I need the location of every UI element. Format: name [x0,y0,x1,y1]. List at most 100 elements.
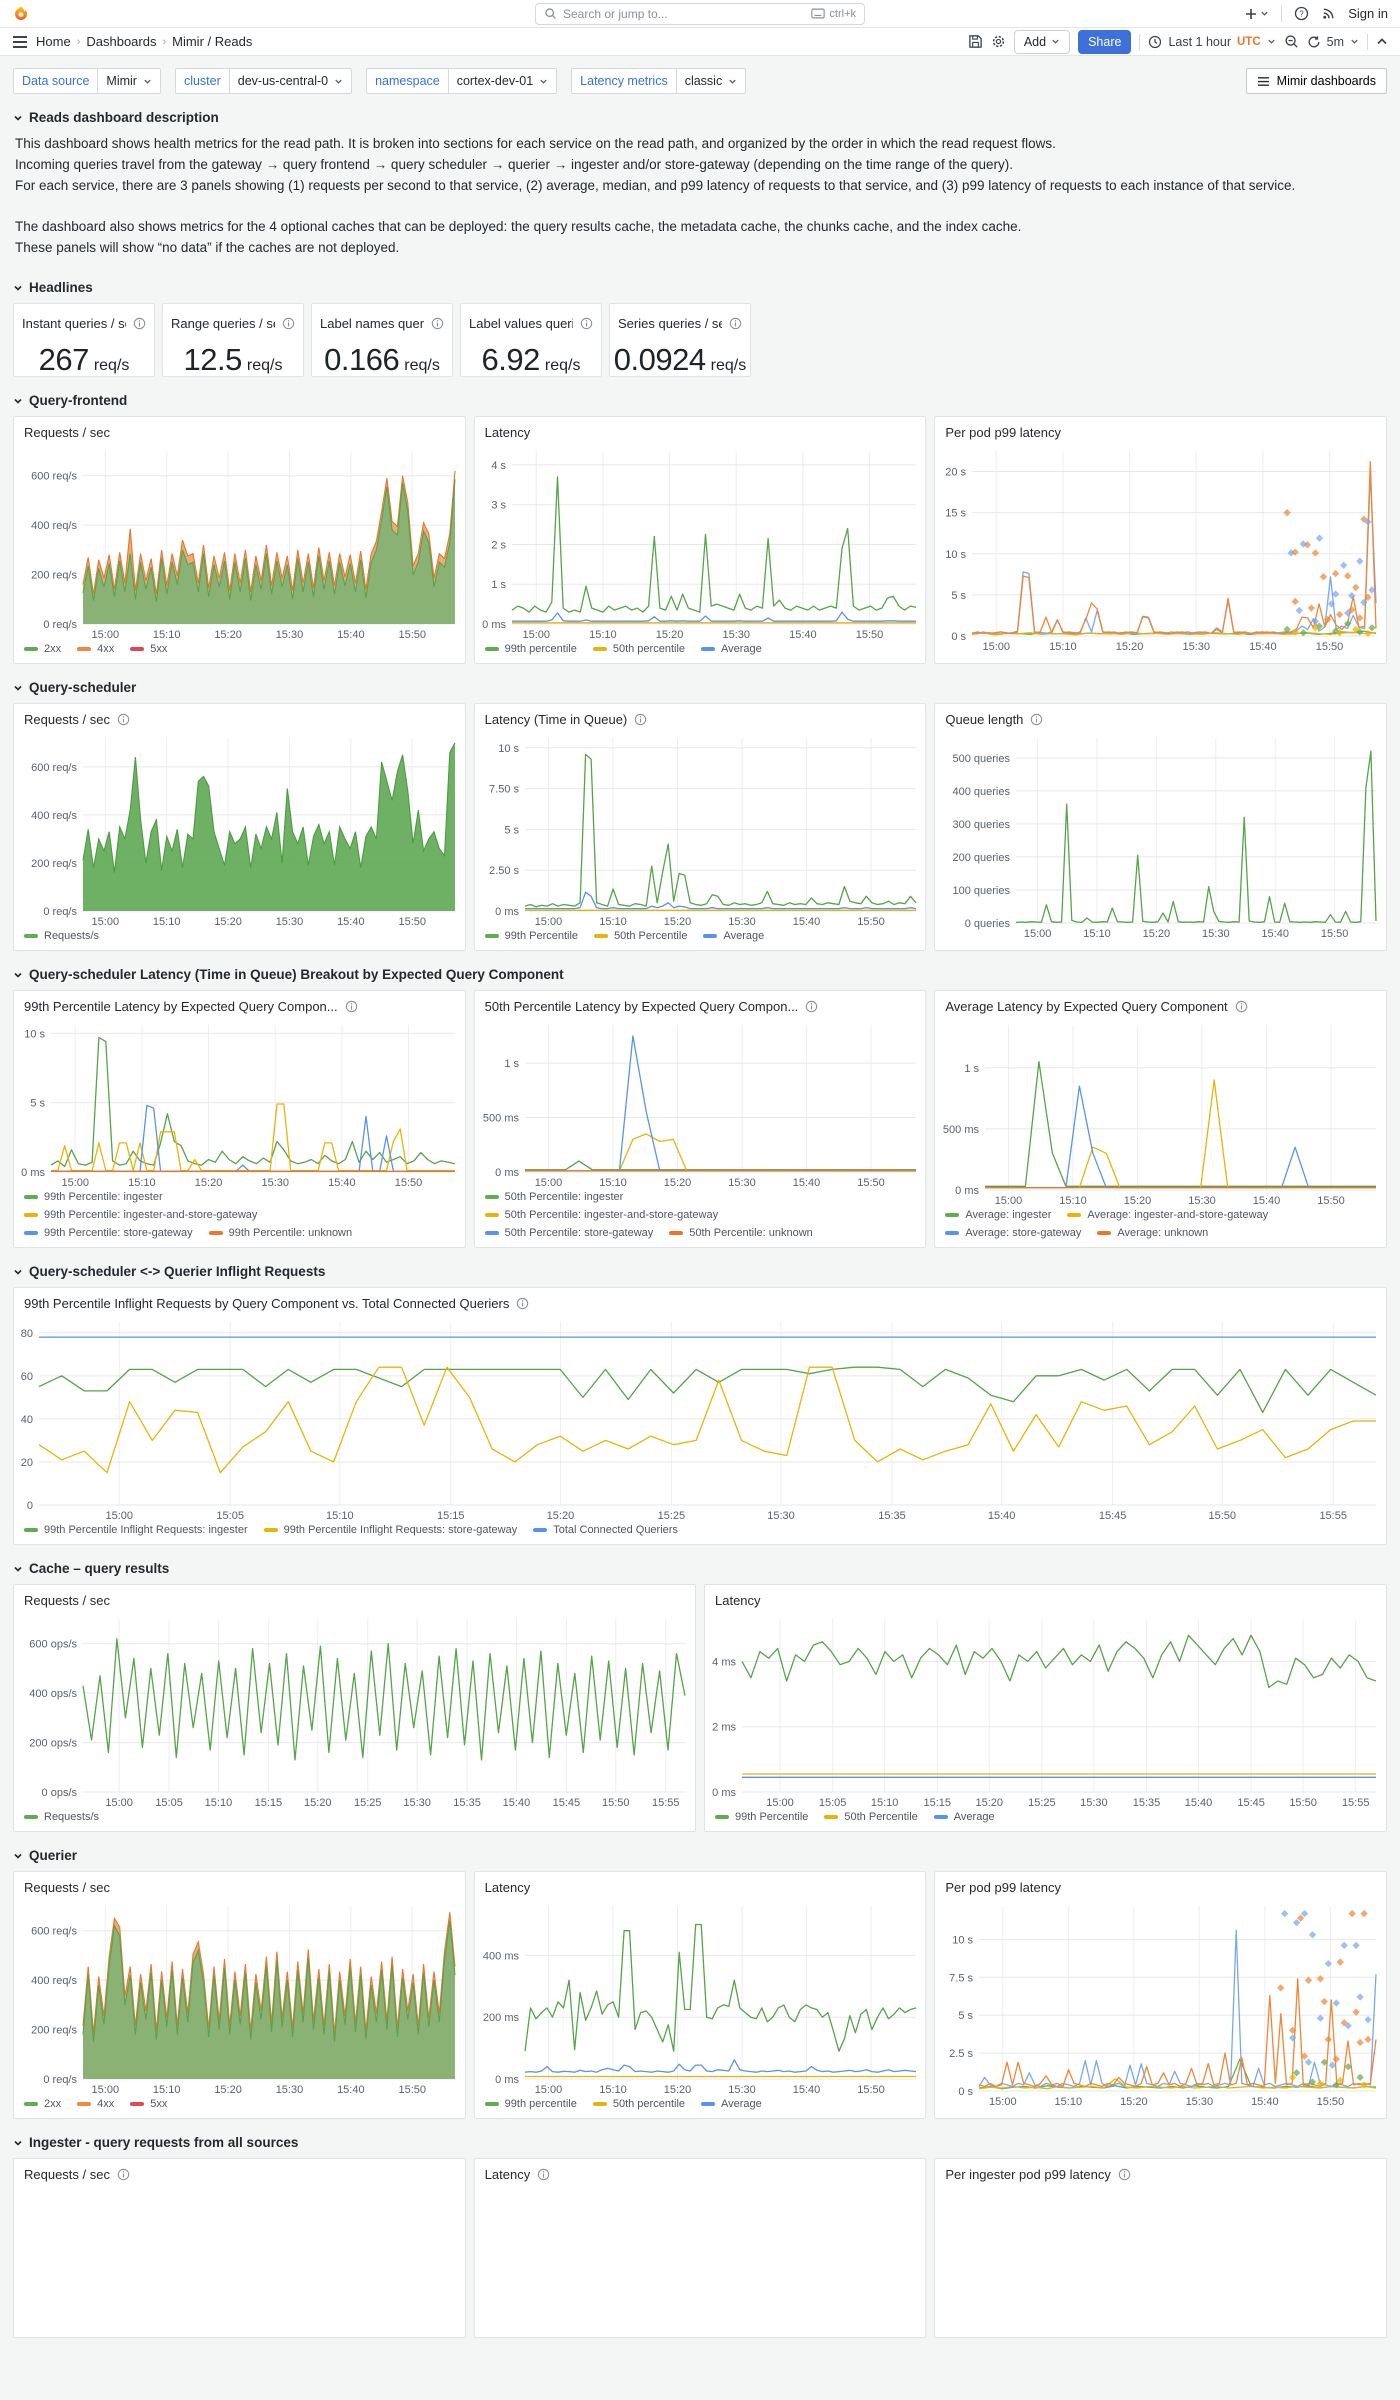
chart-qs_queue[interactable]: 15:00 15:10 15:20 15:30 15:40 15:50 0 queries 1… [935,730,1386,941]
chart-cq_req[interactable]: 15:00 15:05 15:10 15:15 15:20 15:25 15:30 15:35… [14,1611,695,1810]
legend-item[interactable]: 99th percentile [484,643,577,655]
info-icon[interactable] [1118,2168,1131,2181]
mimir-dashboards-button[interactable]: Mimir dashboards [1245,68,1387,94]
legend-item[interactable]: Average [933,1811,995,1823]
chart-qs_lat[interactable]: 15:00 15:10 15:20 15:30 15:40 15:50 0 ms 2.50 s… [475,730,926,929]
info-icon[interactable] [117,2168,130,2181]
chart-qs_req[interactable]: 15:00 15:10 15:20 15:30 15:40 15:50 0 req/s 200… [14,730,465,929]
grafana-logo[interactable] [12,5,30,23]
variable-namespace[interactable]: namespace cortex-dev-01 [366,68,558,94]
info-icon[interactable] [580,317,593,330]
legend-item[interactable]: Total Connected Queriers [533,1524,678,1536]
variable-datasource[interactable]: Data source Mimir [13,68,161,94]
breadcrumb-dashboards[interactable]: Dashboards [86,34,156,49]
chart-bavg[interactable]: 15:00 15:10 15:20 15:30 15:40 15:50 0 ms 500 ms… [935,1017,1386,1208]
section-query-scheduler[interactable]: Query-scheduler [13,680,1387,695]
refresh-button[interactable]: 5m [1307,35,1359,49]
chart-qf_pod[interactable]: 15:00 15:10 15:20 15:30 15:40 15:50 0 s 5 s 10 s… [935,443,1386,654]
collapse-toolbar-icon[interactable] [1376,36,1388,48]
legend-item[interactable]: 99th percentile [484,2098,577,2110]
legend-item[interactable]: 99th Percentile: store-gateway [24,1227,193,1239]
info-icon[interactable] [1030,713,1043,726]
share-button[interactable]: Share [1078,29,1132,54]
section-description[interactable]: Reads dashboard description [13,110,1387,125]
legend-item[interactable]: 99th Percentile [484,930,578,942]
section-ingester[interactable]: Ingester - query requests from all sourc… [13,2135,1387,2150]
legend-item[interactable]: 99th Percentile Inflight Requests: inges… [24,1524,248,1536]
info-icon[interactable] [345,1000,358,1013]
legend-item[interactable]: Requests/s [24,930,99,942]
legend-item[interactable]: 4xx [77,2098,114,2110]
chart-q_lat[interactable]: 15:00 15:10 15:20 15:30 15:40 15:50 0 ms 200 ms… [475,1898,926,2097]
section-query-frontend[interactable]: Query-frontend [13,393,1387,408]
legend-item[interactable]: 99th Percentile: ingester [24,1191,163,1203]
sign-in-link[interactable]: Sign in [1348,6,1388,21]
chart-q_req[interactable]: 15:00 15:10 15:20 15:30 15:40 15:50 0 req/s 200… [14,1898,465,2097]
chart-b50[interactable]: 15:00 15:10 15:20 15:30 15:40 15:50 0 ms 500 ms… [475,1017,926,1190]
chart-ing_lat[interactable] [475,2185,926,2328]
info-icon[interactable] [729,317,742,330]
legend-item[interactable]: 5xx [130,2098,167,2110]
info-icon[interactable] [431,317,444,330]
variable-latency-metrics[interactable]: Latency metrics classic [571,68,747,94]
variable-cluster[interactable]: cluster dev-us-central-0 [174,68,353,94]
chart-cq_lat[interactable]: 15:00 15:05 15:10 15:15 15:20 15:25 15:30 15:35… [705,1611,1386,1810]
legend-item[interactable]: 50th Percentile: ingester [484,1191,623,1203]
legend-item[interactable]: 2xx [24,2098,61,2110]
search-input[interactable]: Search or jump to... ctrl+k [535,2,865,25]
chart-ing_req[interactable] [14,2185,465,2328]
legend-item[interactable]: 99th Percentile [715,1811,808,1823]
info-icon[interactable] [634,713,647,726]
legend-item[interactable]: 50th Percentile [824,1811,918,1823]
legend-item[interactable]: Average [701,2098,762,2110]
info-icon[interactable] [537,2168,550,2181]
legend-item[interactable]: 50th Percentile [594,930,687,942]
section-inflight[interactable]: Query-scheduler <-> Querier Inflight Req… [13,1264,1387,1279]
zoom-out-button[interactable] [1284,34,1299,49]
legend-item[interactable]: 50th percentile [592,643,685,655]
chart-ing_pod[interactable] [935,2185,1386,2328]
legend-item[interactable]: 4xx [77,643,114,655]
legend-item[interactable]: Average: unknown [1097,1227,1208,1239]
legend-item[interactable]: 50th percentile [592,2098,685,2110]
svg-text:15:10: 15:10 [205,1797,233,1809]
legend-item[interactable]: Average: store-gateway [945,1227,1081,1239]
info-icon[interactable] [282,317,295,330]
section-breakout[interactable]: Query-scheduler Latency (Time in Queue) … [13,967,1387,982]
legend-item[interactable]: 50th Percentile: unknown [669,1227,813,1239]
info-icon[interactable] [117,713,130,726]
section-cache[interactable]: Cache – query results [13,1561,1387,1576]
chart-q_pod[interactable]: 15:00 15:10 15:20 15:30 15:40 15:50 0 s 2.5 s 5 … [935,1898,1386,2109]
legend-item[interactable]: 5xx [130,643,167,655]
chart-inflight[interactable]: 15:00 15:05 15:10 15:15 15:20 15:25 15:30 15:35… [14,1314,1386,1523]
add-menu-button[interactable] [1244,7,1269,21]
legend-item[interactable]: Average: ingester [945,1209,1051,1221]
legend-item[interactable]: Requests/s [24,1811,99,1823]
legend-item[interactable]: 99th Percentile: ingester-and-store-gate… [24,1209,257,1221]
menu-icon[interactable] [12,35,28,49]
help-button[interactable]: ? [1294,6,1309,21]
dashboard-settings-button[interactable] [991,34,1006,49]
legend-item[interactable]: 99th Percentile Inflight Requests: store… [263,1524,517,1536]
info-icon[interactable] [805,1000,818,1013]
legend-item[interactable]: 50th Percentile: store-gateway [484,1227,653,1239]
info-icon[interactable] [516,1297,529,1310]
section-headlines[interactable]: Headlines [13,280,1387,295]
chart-b99[interactable]: 15:00 15:10 15:20 15:30 15:40 15:50 0 ms 5 s 10 … [14,1017,465,1190]
save-dashboard-button[interactable] [968,34,983,49]
legend-item[interactable]: Average [703,930,764,942]
chart-qf_lat[interactable]: 15:00 15:10 15:20 15:30 15:40 15:50 0 ms 1 s 2 s… [475,443,926,642]
breadcrumb-home[interactable]: Home [36,34,71,49]
section-querier[interactable]: Querier [13,1848,1387,1863]
info-icon[interactable] [1235,1000,1248,1013]
legend-item[interactable]: Average: ingester-and-store-gateway [1067,1209,1268,1221]
legend-item[interactable]: 50th Percentile: ingester-and-store-gate… [484,1209,718,1221]
legend-item[interactable]: Average [701,643,762,655]
add-panel-button[interactable]: Add [1013,29,1071,54]
chart-qf_req[interactable]: 15:00 15:10 15:20 15:30 15:40 15:50 0 req/s 200… [14,443,465,642]
info-icon[interactable] [133,317,146,330]
time-range-picker[interactable]: Last 1 hour UTC [1148,35,1275,49]
legend-item[interactable]: 99th Percentile: unknown [208,1227,352,1239]
legend-item[interactable]: 2xx [24,643,61,655]
news-button[interactable] [1321,6,1336,21]
